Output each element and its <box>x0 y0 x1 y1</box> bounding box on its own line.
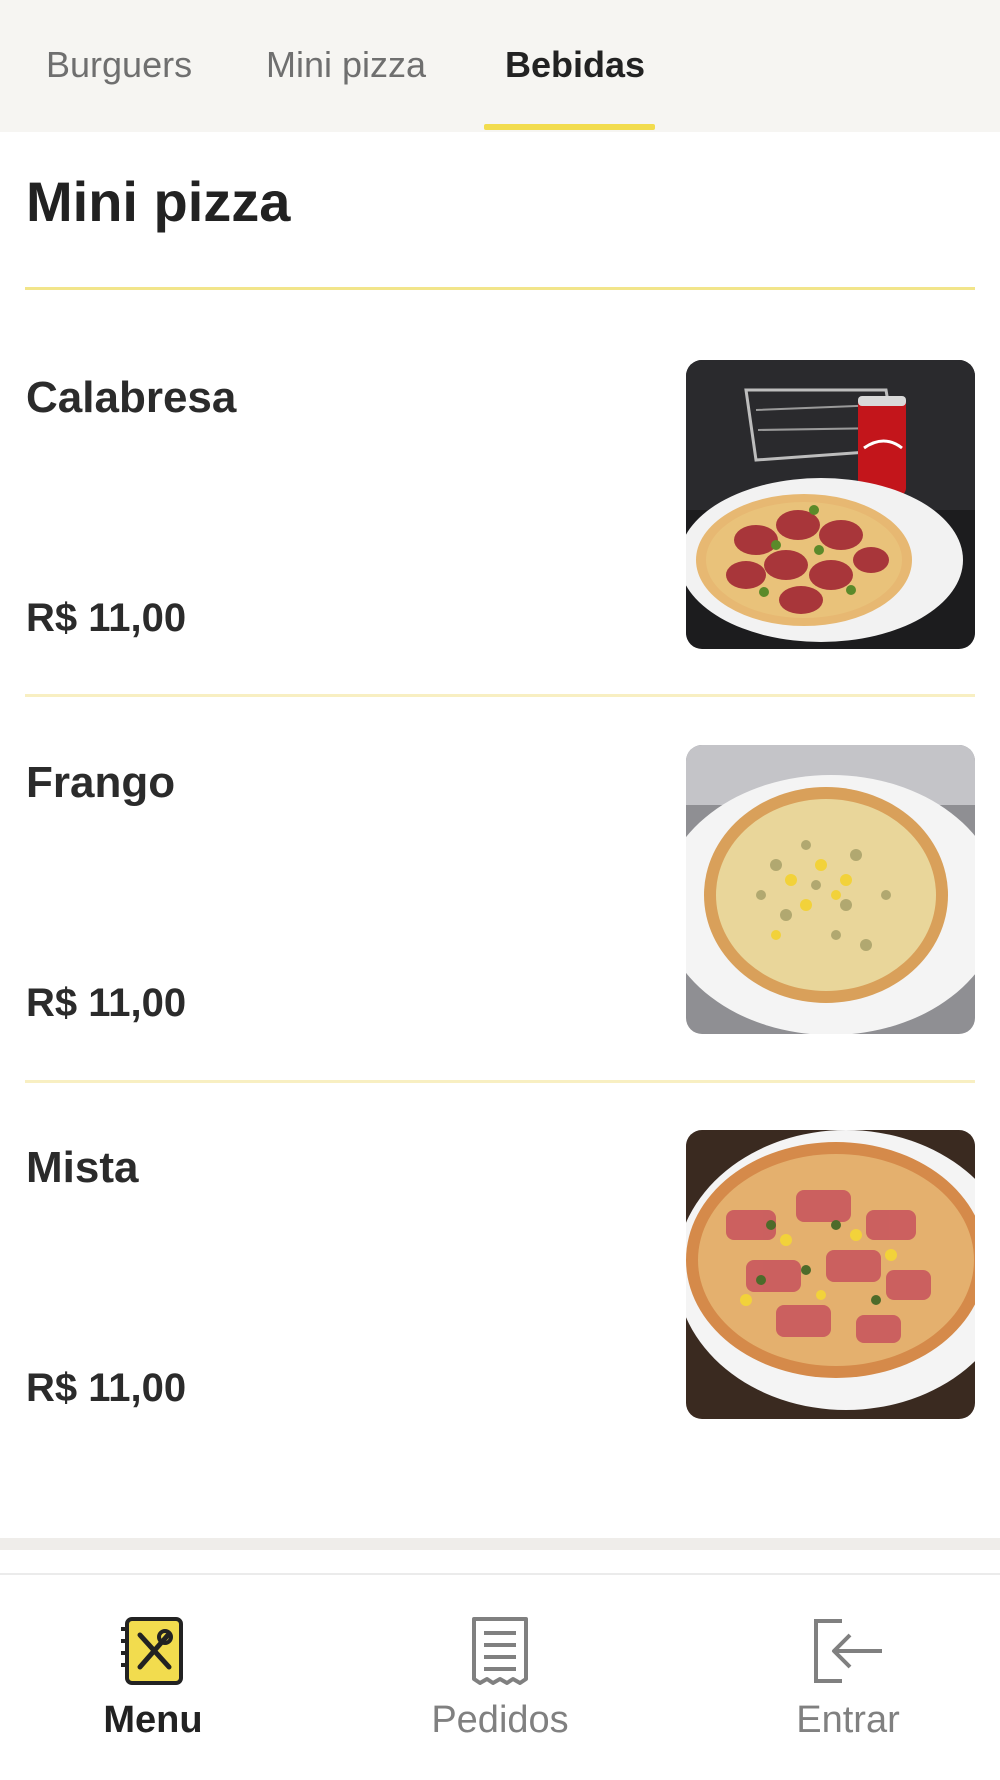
product-price: R$ 11,00 <box>26 596 187 640</box>
mista-pizza-photo <box>686 1130 975 1419</box>
item-divider <box>25 1080 975 1083</box>
calabresa-pizza-photo <box>686 360 975 649</box>
menu-book-icon <box>117 1615 189 1687</box>
bottom-separator <box>0 1538 1000 1550</box>
frango-pizza-photo <box>686 745 975 1034</box>
section-title: Mini pizza <box>26 170 291 233</box>
nav-entrar[interactable]: Entrar <box>728 1575 968 1780</box>
nav-label: Pedidos <box>431 1699 569 1741</box>
nav-label: Menu <box>103 1699 203 1741</box>
tab-mini-pizza[interactable]: Mini pizza <box>266 0 426 132</box>
product-item-frango[interactable]: Frango R$ 11,00 <box>25 745 975 1035</box>
product-name: Calabresa <box>26 373 237 422</box>
bottom-navigation: Menu Pedidos Entrar <box>0 1573 1000 1780</box>
category-tabbar: Burguers Mini pizza Bebidas <box>0 0 1000 132</box>
login-icon <box>812 1615 884 1687</box>
receipt-icon <box>464 1615 536 1687</box>
tab-burguers[interactable]: Burguers <box>46 0 192 132</box>
product-price: R$ 11,00 <box>26 981 187 1025</box>
item-divider <box>25 694 975 697</box>
active-tab-indicator <box>484 124 655 130</box>
nav-label: Entrar <box>796 1699 900 1741</box>
nav-menu[interactable]: Menu <box>33 1575 273 1780</box>
product-name: Frango <box>26 758 176 807</box>
product-item-mista[interactable]: Mista R$ 11,00 <box>25 1130 975 1420</box>
product-name: Mista <box>26 1143 139 1192</box>
section-divider <box>25 287 975 290</box>
product-item-calabresa[interactable]: Calabresa R$ 11,00 <box>25 360 975 650</box>
product-price: R$ 11,00 <box>26 1366 187 1410</box>
nav-pedidos[interactable]: Pedidos <box>380 1575 620 1780</box>
tab-bebidas[interactable]: Bebidas <box>505 0 645 132</box>
